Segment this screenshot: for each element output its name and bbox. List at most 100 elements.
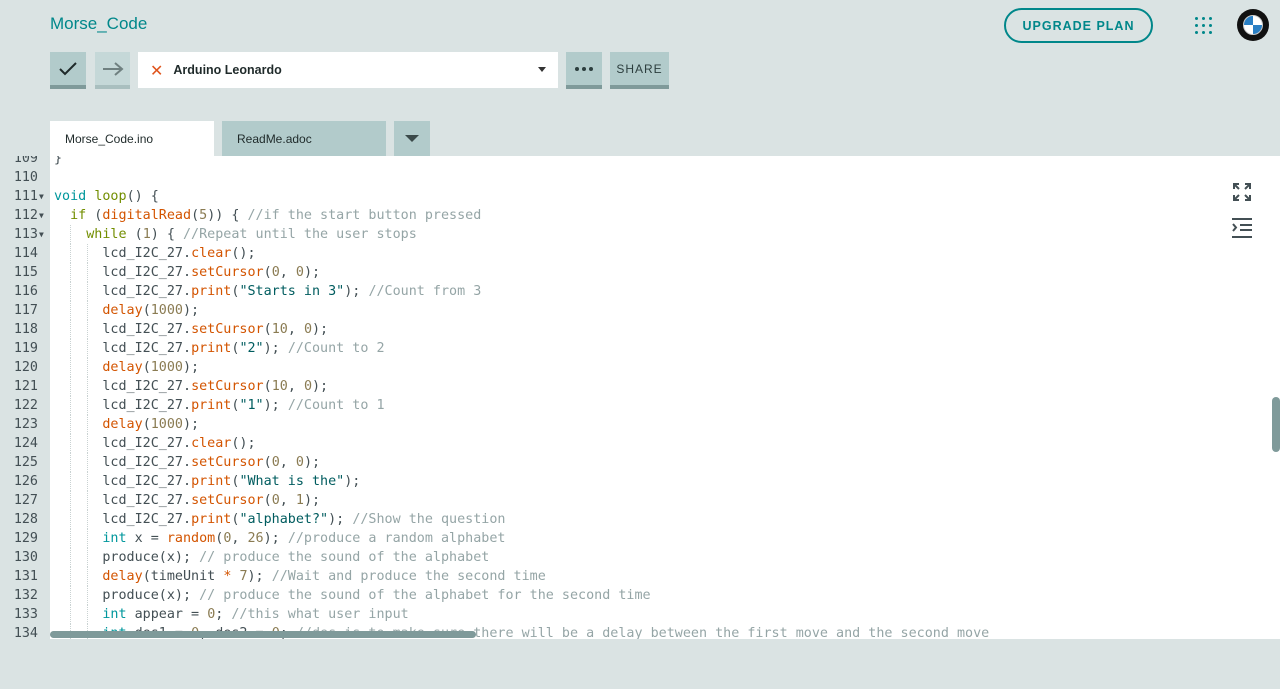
- code-text: delay(1000);: [102, 303, 200, 318]
- code-text: lcd_I2C_27.setCursor(10, 0);: [54, 379, 329, 394]
- disconnected-x-icon: ✕: [150, 60, 164, 80]
- code-text: while (1) { //Repeat until the user stop…: [86, 227, 417, 242]
- tabs-dropdown-button[interactable]: [394, 121, 430, 156]
- line-number: 120: [13, 360, 38, 375]
- code-text: }: [54, 156, 63, 166]
- board-selector[interactable]: ✕ Arduino Leonardo: [138, 52, 558, 88]
- code-editor[interactable]: 109} 110 111 ▼ void loop() {112 ▼ if (digital…: [0, 156, 1280, 639]
- code-text: lcd_I2C_27.clear();: [54, 436, 256, 451]
- upgrade-plan-button[interactable]: UPGRADE PLAN: [1004, 8, 1153, 43]
- code-text: delay(timeUnit * 7); //Wait and produce …: [102, 569, 546, 584]
- code-line[interactable]: 127 lcd_I2C_27.setCursor(0, 1);: [0, 491, 1280, 510]
- expand-fullscreen-icon[interactable]: [1232, 182, 1252, 202]
- code-line[interactable]: 110: [0, 168, 1280, 187]
- code-text: lcd_I2C_27.print("2"); //Count to 2: [54, 341, 385, 356]
- code-line[interactable]: 133 int appear = 0; //this what user inp…: [0, 605, 1280, 624]
- code-text: void loop() {: [54, 189, 159, 204]
- verify-button[interactable]: [50, 52, 86, 89]
- code-line[interactable]: 111 ▼ void loop() {: [0, 187, 1280, 206]
- code-text: lcd_I2C_27.print("alphabet?"); //Show th…: [54, 512, 506, 527]
- code-line[interactable]: 128 lcd_I2C_27.print("alphabet?"); //Sho…: [0, 510, 1280, 529]
- upload-button[interactable]: [95, 52, 130, 89]
- code-text: lcd_I2C_27.setCursor(10, 0);: [54, 322, 329, 337]
- tab-readme-adoc[interactable]: ReadMe.adoc: [222, 121, 386, 156]
- line-number: 132: [13, 588, 38, 603]
- line-number: 116: [13, 284, 38, 299]
- code-text: delay(1000);: [102, 360, 200, 375]
- code-line[interactable]: 131 delay(timeUnit * 7); //Wait and prod…: [0, 567, 1280, 586]
- share-button[interactable]: SHARE: [610, 52, 669, 89]
- line-number: 112: [13, 208, 38, 223]
- line-number: 114: [13, 246, 38, 261]
- code-line[interactable]: 132 produce(x); // produce the sound of …: [0, 586, 1280, 605]
- avatar[interactable]: [1237, 9, 1269, 41]
- line-number: 130: [13, 550, 38, 565]
- code-lines: 109} 110 111 ▼ void loop() {112 ▼ if (digital…: [0, 156, 1280, 639]
- auto-indent-icon[interactable]: [1232, 218, 1252, 238]
- line-number: 129: [13, 531, 38, 546]
- code-line[interactable]: 123 delay(1000);: [0, 415, 1280, 434]
- code-text: produce(x); // produce the sound of the …: [54, 588, 651, 603]
- line-number: 128: [13, 512, 38, 527]
- code-text: delay(1000);: [102, 417, 200, 432]
- apps-grid-icon[interactable]: [1195, 17, 1213, 35]
- code-text: lcd_I2C_27.clear();: [54, 246, 256, 261]
- code-line[interactable]: 112 ▼ if (digitalRead(5)) { //if the star…: [0, 206, 1280, 225]
- tab-morse-code-ino[interactable]: Morse_Code.ino: [50, 121, 214, 156]
- line-number: 122: [13, 398, 38, 413]
- fold-arrow-icon[interactable]: ▼: [39, 225, 44, 244]
- code-line[interactable]: 124 lcd_I2C_27.clear();: [0, 434, 1280, 453]
- code-line[interactable]: 116 lcd_I2C_27.print("Starts in 3"); //C…: [0, 282, 1280, 301]
- line-number: 118: [13, 322, 38, 337]
- code-line[interactable]: 119 lcd_I2C_27.print("2"); //Count to 2: [0, 339, 1280, 358]
- line-number: 127: [13, 493, 38, 508]
- horizontal-scrollbar[interactable]: [50, 631, 476, 638]
- more-dots-icon: [575, 66, 593, 71]
- arduino-web-editor: Morse_Code UPGRADE PLAN ✕ Arduino Leonar…: [0, 0, 1280, 689]
- code-line[interactable]: 122 lcd_I2C_27.print("1"); //Count to 1: [0, 396, 1280, 415]
- line-number: 110: [13, 170, 38, 185]
- code-text: lcd_I2C_27.print("1"); //Count to 1: [54, 398, 385, 413]
- line-number: 124: [13, 436, 38, 451]
- code-text: if (digitalRead(5)) { //if the start but…: [70, 208, 482, 223]
- code-line[interactable]: 121 lcd_I2C_27.setCursor(10, 0);: [0, 377, 1280, 396]
- sketch-title[interactable]: Morse_Code: [50, 14, 147, 34]
- line-number: 133: [13, 607, 38, 622]
- fold-arrow-icon[interactable]: ▼: [39, 187, 44, 206]
- line-number: 113: [13, 227, 38, 242]
- code-line[interactable]: 118 lcd_I2C_27.setCursor(10, 0);: [0, 320, 1280, 339]
- code-text: lcd_I2C_27.setCursor(0, 0);: [54, 455, 321, 470]
- line-number: 115: [13, 265, 38, 280]
- code-line[interactable]: 117 delay(1000);: [0, 301, 1280, 320]
- chevron-down-icon: [538, 67, 546, 72]
- line-number: 111: [13, 189, 38, 204]
- more-button[interactable]: [566, 52, 602, 89]
- code-text: int appear = 0; //this what user input: [102, 607, 409, 622]
- line-number: 125: [13, 455, 38, 470]
- code-line[interactable]: 129 int x = random(0, 26); //produce a r…: [0, 529, 1280, 548]
- code-text: lcd_I2C_27.print("What is the");: [54, 474, 361, 489]
- code-line[interactable]: 114 lcd_I2C_27.clear();: [0, 244, 1280, 263]
- bmw-logo-icon: [1243, 15, 1263, 35]
- code-line[interactable]: 109}: [0, 156, 1280, 168]
- code-line[interactable]: 113 ▼ while (1) { //Repeat until the user…: [0, 225, 1280, 244]
- code-text: lcd_I2C_27.setCursor(0, 1);: [54, 493, 321, 508]
- code-text: lcd_I2C_27.print("Starts in 3"); //Count…: [54, 284, 482, 299]
- board-name: Arduino Leonardo: [173, 63, 282, 77]
- line-number: 126: [13, 474, 38, 489]
- checkmark-icon: [59, 61, 77, 75]
- arrow-right-icon: [102, 61, 124, 76]
- code-line[interactable]: 115 lcd_I2C_27.setCursor(0, 0);: [0, 263, 1280, 282]
- code-line[interactable]: 130 produce(x); // produce the sound of …: [0, 548, 1280, 567]
- code-line[interactable]: 126 lcd_I2C_27.print("What is the");: [0, 472, 1280, 491]
- line-number: 134: [13, 626, 38, 639]
- vertical-scrollbar[interactable]: [1272, 397, 1280, 452]
- code-text: lcd_I2C_27.setCursor(0, 0);: [54, 265, 321, 280]
- code-line[interactable]: 120 delay(1000);: [0, 358, 1280, 377]
- fold-arrow-icon[interactable]: ▼: [39, 206, 44, 225]
- code-line[interactable]: 125 lcd_I2C_27.setCursor(0, 0);: [0, 453, 1280, 472]
- caret-down-icon: [405, 135, 419, 142]
- line-number: 123: [13, 417, 38, 432]
- line-number: 119: [13, 341, 38, 356]
- line-number: 109: [13, 156, 38, 166]
